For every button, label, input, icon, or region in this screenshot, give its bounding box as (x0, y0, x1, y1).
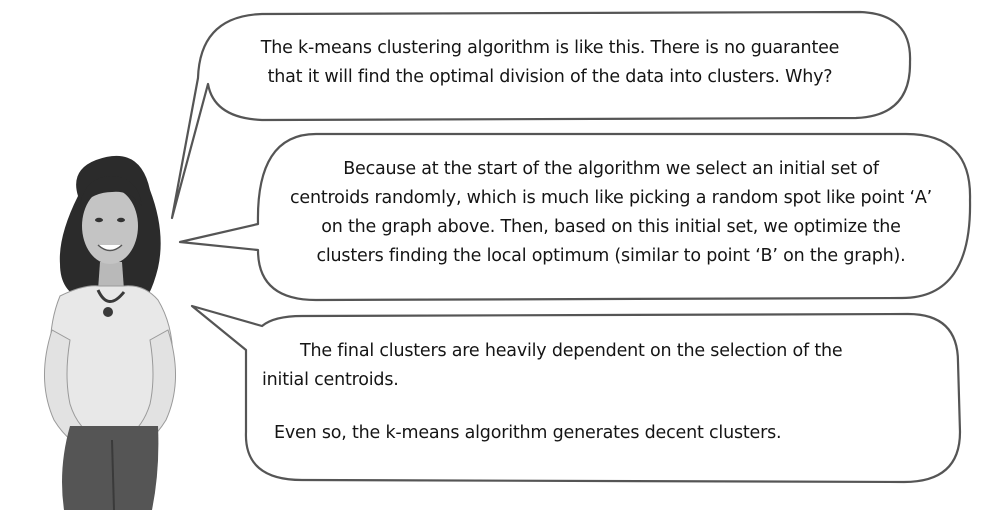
answer-line-2: centroids randomly, which is much like p… (289, 188, 933, 208)
answer-line-3: on the graph above. Then, based on this … (321, 217, 901, 237)
question-line-2: that it will find the optimal division o… (267, 67, 833, 87)
woman-illustration (44, 155, 176, 511)
answer-line-1: Because at the start of the algorithm we… (343, 159, 879, 179)
answer-line-4: clusters finding the local optimum (simi… (316, 246, 906, 266)
conclusion-line-1: The final clusters are heavily dependent… (300, 341, 843, 361)
question-text: The k-means clustering algorithm is like… (210, 34, 890, 92)
conclusion-line-2: initial centroids. (262, 370, 399, 390)
answer-text: Because at the start of the algorithm we… (266, 155, 956, 271)
question-line-1: The k-means clustering algorithm is like… (260, 38, 840, 58)
conclusion-text: The final clusters are heavily dependent… (262, 337, 952, 448)
conclusion-line-3: Even so, the k-means algorithm generates… (274, 423, 782, 443)
